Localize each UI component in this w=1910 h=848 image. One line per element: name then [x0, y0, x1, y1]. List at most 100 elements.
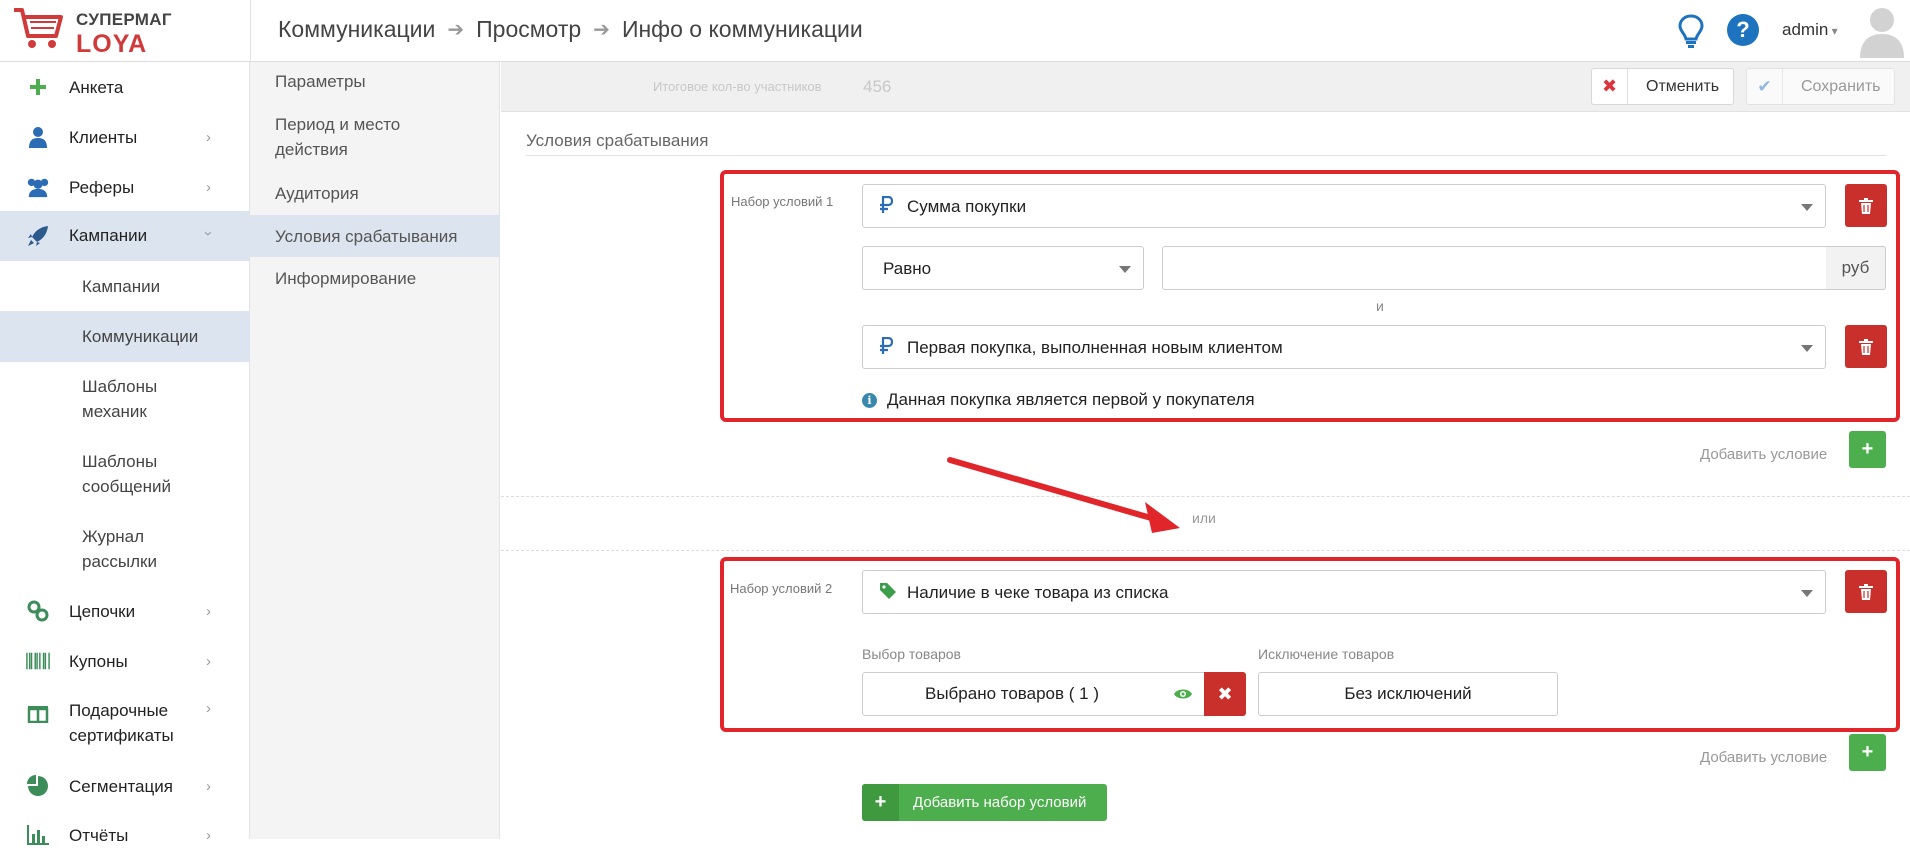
clear-products-button[interactable]: ✖ [1204, 672, 1246, 716]
condition-set-label: Набор условий 1 [731, 194, 834, 209]
sidebar-item-reports[interactable]: Отчёты › [0, 822, 250, 848]
subnav-item-label: Информирование [275, 269, 417, 288]
sidebar-item-label: Цепочки [69, 601, 136, 621]
sidebar-item-chains[interactable]: Цепочки › [0, 598, 250, 624]
users-icon [26, 175, 50, 199]
sidebar-subitem-mailing-log[interactable]: Журнал рассылки [0, 524, 250, 576]
breadcrumb-item-communications[interactable]: Коммуникации [278, 16, 435, 43]
sidebar-subitem-label: Кампании [82, 277, 161, 296]
amount-unit: руб [1826, 246, 1886, 290]
help-icon[interactable]: ? [1727, 14, 1759, 46]
avatar[interactable] [1858, 2, 1906, 58]
save-button-label: Сохранить [1801, 77, 1881, 95]
exclusions-caption: Исключение товаров [1258, 646, 1395, 662]
main-sidebar: Анкета Клиенты › Реферы › Кампании › Кам… [0, 62, 250, 845]
chevron-right-icon: › [206, 602, 211, 620]
subnav-item-audience[interactable]: Аудитория [250, 181, 500, 207]
delete-condition-button[interactable] [1845, 325, 1887, 368]
brand-logo[interactable]: СУПЕРМАГ LOYA [12, 6, 248, 58]
user-menu[interactable]: admin ▾ [1782, 20, 1838, 40]
chevron-right-icon: › [206, 128, 211, 146]
sidebar-item-coupons[interactable]: Купоны › [0, 648, 250, 674]
sidebar-subitem-message-templates[interactable]: Шаблоны сообщений [0, 449, 250, 501]
operator-select[interactable]: Равно [862, 246, 1144, 290]
gift-icon [26, 700, 50, 724]
products-caption: Выбор товаров [862, 646, 961, 662]
amount-input[interactable] [1162, 246, 1827, 290]
breadcrumb-item-view[interactable]: Просмотр [476, 16, 581, 43]
add-condition-set-button[interactable]: + Добавить набор условий [862, 784, 1107, 821]
subnav-item-label: Параметры [275, 72, 366, 91]
sidebar-subitem-label: Журнал рассылки [82, 527, 157, 571]
sidebar-item-gift-certificates[interactable]: Подарочные сертификаты › [0, 698, 250, 750]
sidebar-subitem-label: Шаблоны механик [82, 377, 158, 421]
brand-line1: СУПЕРМАГ [76, 10, 172, 29]
subnav-item-trigger-conditions[interactable]: Условия срабатывания [250, 215, 500, 257]
section-title: Условия срабатывания [526, 131, 709, 150]
condition-info: i Данная покупка является первой у покуп… [862, 390, 1255, 410]
chevron-right-icon: › [206, 178, 211, 196]
chevron-down-icon: › [200, 231, 217, 236]
sidebar-item-label: Купоны [69, 651, 128, 671]
sidebar-subitem-campaigns[interactable]: Кампании [0, 274, 250, 300]
breadcrumb: Коммуникации ➔ Просмотр ➔ Инфо о коммуни… [278, 16, 863, 43]
subnav-item-notification[interactable]: Информирование [250, 266, 500, 292]
add-condition-button[interactable]: + [1849, 431, 1886, 468]
add-condition-label: Добавить условие [1700, 446, 1828, 463]
sidebar-item-referrers[interactable]: Реферы › [0, 174, 250, 200]
exclusions-button[interactable]: Без исключений [1258, 672, 1558, 716]
sidebar-item-label: Анкета [69, 77, 124, 97]
close-icon: ✖ [1592, 69, 1628, 104]
condition-select-value: Сумма покупки [907, 197, 1027, 216]
sidebar-subitem-mechanic-templates[interactable]: Шаблоны механик [0, 374, 250, 426]
breadcrumb-separator: ➔ [593, 19, 610, 41]
chevron-right-icon: › [206, 826, 211, 844]
info-icon: i [862, 392, 877, 408]
chevron-right-icon: › [206, 777, 211, 795]
subnav-item-parameters[interactable]: Параметры [250, 69, 500, 95]
chevron-right-icon: › [206, 700, 211, 717]
subnav-item-label: Условия срабатывания [275, 227, 458, 246]
delete-condition-button[interactable] [1845, 184, 1887, 227]
subnav-item-label: Аудитория [275, 184, 359, 203]
bar-chart-icon [26, 823, 50, 847]
select-products-button[interactable]: Выбрано товаров ( 1 ) [862, 672, 1162, 716]
breadcrumb-item-current: Инфо о коммуникации [621, 16, 863, 42]
condition-select[interactable]: Первая покупка, выполненная новым клиент… [862, 325, 1826, 369]
sidebar-subitem-communications[interactable]: Коммуникации [0, 311, 250, 362]
cancel-button-label: Отменить [1646, 77, 1720, 95]
sidebar-item-survey[interactable]: Анкета [0, 74, 250, 100]
chevron-down-icon [1801, 204, 1813, 211]
link-icon [26, 599, 50, 623]
sidebar-item-segmentation[interactable]: Сегментация › [0, 773, 250, 799]
cart-icon [14, 8, 63, 48]
participants-label: Итоговое кол-во участников [653, 79, 822, 94]
plus-icon [26, 75, 50, 99]
view-products-button[interactable] [1161, 672, 1205, 716]
condition-select[interactable]: Наличие в чеке товара из списка [862, 570, 1826, 614]
condition-set-label: Набор условий 2 [730, 581, 833, 596]
breadcrumb-separator: ➔ [447, 19, 465, 41]
annotation-arrow [947, 457, 1180, 533]
sidebar-item-clients[interactable]: Клиенты › [0, 124, 250, 150]
close-icon: ✖ [1217, 683, 1233, 704]
section-subnav: Параметры Период и место действия Аудито… [250, 62, 500, 839]
chevron-down-icon [1801, 345, 1813, 352]
delete-condition-button[interactable] [1845, 570, 1887, 613]
trash-icon [1859, 583, 1873, 600]
subnav-item-period-location[interactable]: Период и место действия [250, 112, 500, 164]
user-icon [26, 125, 50, 149]
condition-select[interactable]: Сумма покупки [862, 184, 1826, 228]
sidebar-subitem-label: Шаблоны сообщений [82, 452, 171, 496]
lightbulb-icon[interactable] [1678, 14, 1704, 48]
sidebar-item-campaigns[interactable]: Кампании › [0, 211, 250, 261]
subnav-item-label: Период и место действия [275, 115, 401, 159]
save-button[interactable]: ✔ Сохранить [1746, 68, 1895, 105]
sidebar-item-label: Сегментация [69, 776, 173, 796]
tag-icon [879, 582, 897, 605]
cancel-button[interactable]: ✖ Отменить [1591, 68, 1734, 105]
ruble-icon [879, 195, 894, 219]
add-condition-button[interactable]: + [1849, 734, 1886, 771]
user-name: admin [1782, 20, 1829, 39]
pie-chart-icon [26, 774, 50, 798]
